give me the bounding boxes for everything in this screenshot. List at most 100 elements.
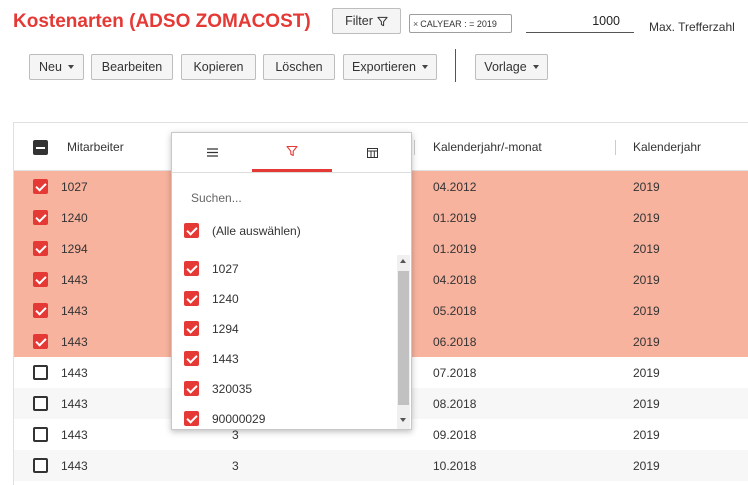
filter-option-label: 1027 <box>212 262 239 276</box>
row-checkbox[interactable] <box>33 365 48 380</box>
cell-month: 09.2018 <box>433 428 477 442</box>
cell-employee: 1027 <box>61 180 88 194</box>
cell-year: 2019 <box>633 428 660 442</box>
filter-option-label: 320035 <box>212 382 253 396</box>
filter-option-checkbox[interactable] <box>184 381 199 396</box>
template-button-label: Vorlage <box>484 60 527 74</box>
menu-icon <box>206 148 218 157</box>
cell-employee: 1443 <box>61 428 88 442</box>
filter-option-label: 90000029 <box>212 412 266 426</box>
row-checkbox[interactable] <box>33 241 48 256</box>
select-all-checkbox[interactable] <box>184 223 199 238</box>
filter-icon <box>286 145 298 157</box>
cell-year: 2019 <box>633 273 660 287</box>
cell-value: 3 <box>232 428 239 442</box>
cell-year: 2019 <box>633 242 660 256</box>
cell-employee: 1443 <box>61 397 88 411</box>
column-header-month[interactable]: Kalenderjahr/-monat <box>433 140 542 154</box>
cell-value: 3 <box>232 459 239 473</box>
delete-button[interactable]: Löschen <box>263 54 335 80</box>
cell-month: 10.2018 <box>433 459 477 473</box>
scroll-up-icon[interactable] <box>400 259 406 263</box>
edit-button-label: Bearbeiten <box>101 60 163 74</box>
filter-option-checkbox[interactable] <box>184 351 199 366</box>
row-checkbox[interactable] <box>33 272 48 287</box>
copy-button[interactable]: Kopieren <box>181 54 256 80</box>
filter-value-list: 1027 1240 1294 1443 320035 90000029 <box>172 255 411 429</box>
cell-employee: 1443 <box>61 459 88 473</box>
row-checkbox[interactable] <box>33 458 48 473</box>
cell-year: 2019 <box>633 180 660 194</box>
filter-option-label: 1443 <box>212 352 239 366</box>
export-button-label: Exportieren <box>352 60 416 74</box>
scrollbar-thumb[interactable] <box>398 271 409 405</box>
remove-chip-icon[interactable]: × <box>413 19 418 29</box>
cell-year: 2019 <box>633 366 660 380</box>
tab-columns[interactable] <box>332 133 412 172</box>
export-button[interactable]: Exportieren <box>343 54 437 80</box>
new-button-label: Neu <box>39 60 62 74</box>
row-checkbox[interactable] <box>33 303 48 318</box>
cell-year: 2019 <box>633 397 660 411</box>
table-row[interactable]: 1443 3 10.2018 2019 <box>14 450 748 481</box>
column-filter-popup: Suchen... (Alle auswählen) 1027 1240 1294 1… <box>171 132 412 430</box>
filter-icon <box>377 16 388 26</box>
cell-month: 01.2019 <box>433 242 477 256</box>
chevron-down-icon <box>532 65 539 69</box>
filter-search-input[interactable]: Suchen... <box>191 191 242 205</box>
cell-year: 2019 <box>633 304 660 318</box>
cell-month: 07.2018 <box>433 366 477 380</box>
template-button[interactable]: Vorlage <box>475 54 548 80</box>
max-hits-label: Max. Trefferzahl <box>649 20 735 34</box>
row-checkbox[interactable] <box>33 396 48 411</box>
cell-month: 06.2018 <box>433 335 477 349</box>
cell-month: 05.2018 <box>433 304 477 318</box>
column-separator <box>615 140 616 155</box>
cell-year: 2019 <box>633 335 660 349</box>
copy-button-label: Kopieren <box>193 60 244 74</box>
edit-button[interactable]: Bearbeiten <box>91 54 173 80</box>
row-checkbox[interactable] <box>33 210 48 225</box>
filter-option-label: 1294 <box>212 322 239 336</box>
cell-year: 2019 <box>633 459 660 473</box>
scrollbar[interactable] <box>397 255 410 429</box>
filter-chip[interactable]: × CALYEAR : = 2019 <box>409 14 512 33</box>
filter-button[interactable]: Filter <box>332 8 401 34</box>
cell-month: 01.2019 <box>433 211 477 225</box>
max-hits-input[interactable]: 1000 <box>526 14 634 33</box>
cell-employee: 1294 <box>61 242 88 256</box>
cell-employee: 1443 <box>61 335 88 349</box>
chevron-down-icon <box>421 65 428 69</box>
row-checkbox[interactable] <box>33 179 48 194</box>
cell-year: 2019 <box>633 211 660 225</box>
filter-option-checkbox[interactable] <box>184 321 199 336</box>
filter-button-label: Filter <box>345 14 373 28</box>
column-header-year[interactable]: Kalenderjahr <box>633 140 701 154</box>
popup-tabs <box>172 133 411 173</box>
cell-employee: 1240 <box>61 211 88 225</box>
cell-month: 04.2012 <box>433 180 477 194</box>
filter-option-checkbox[interactable] <box>184 411 199 426</box>
filter-option-checkbox[interactable] <box>184 291 199 306</box>
cell-month: 08.2018 <box>433 397 477 411</box>
filter-option-checkbox[interactable] <box>184 261 199 276</box>
toolbar-divider <box>455 49 456 82</box>
tab-menu[interactable] <box>172 133 252 172</box>
tab-filter[interactable] <box>252 133 332 172</box>
columns-icon <box>366 147 378 158</box>
page-title: Kostenarten (ADSO ZOMACOST) <box>13 11 311 32</box>
row-checkbox[interactable] <box>33 334 48 349</box>
new-button[interactable]: Neu <box>29 54 84 80</box>
row-checkbox[interactable] <box>33 427 48 442</box>
scroll-down-icon[interactable] <box>400 418 406 422</box>
column-header-employee[interactable]: Mitarbeiter <box>67 140 124 154</box>
cell-employee: 1443 <box>61 273 88 287</box>
column-separator <box>414 140 415 155</box>
delete-button-label: Löschen <box>275 60 323 74</box>
chevron-down-icon <box>67 65 74 69</box>
cell-employee: 1443 <box>61 304 88 318</box>
cell-month: 04.2018 <box>433 273 477 287</box>
cell-employee: 1443 <box>61 366 88 380</box>
select-all-label: (Alle auswählen) <box>212 224 301 238</box>
select-all-checkbox[interactable] <box>33 140 48 155</box>
